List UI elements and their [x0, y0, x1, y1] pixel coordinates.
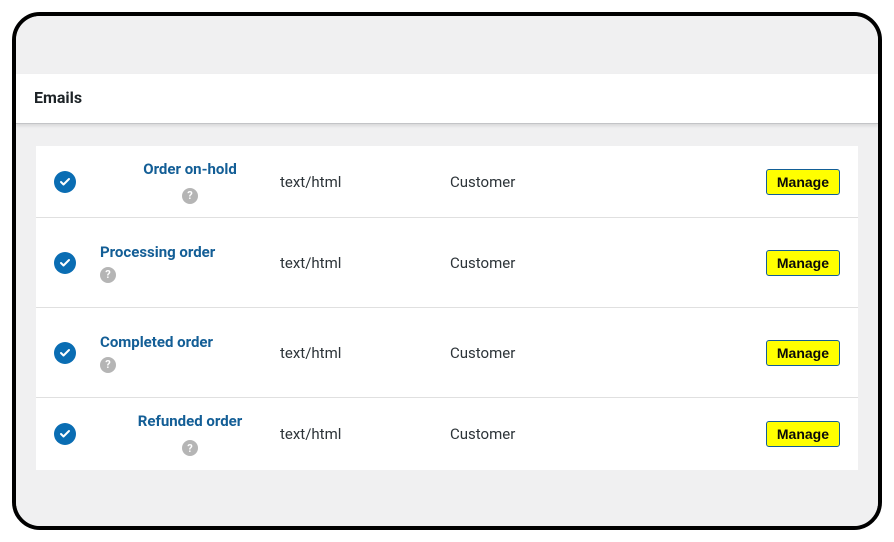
status-col	[54, 423, 100, 445]
recipient: Customer	[450, 173, 750, 191]
table-row: Refunded order ? text/html Customer Mana…	[36, 398, 858, 470]
check-icon	[54, 252, 76, 274]
recipient: Customer	[450, 344, 750, 362]
help-icon[interactable]: ?	[182, 188, 198, 204]
content-type: text/html	[280, 344, 450, 362]
email-settings-table: Order on-hold ? text/html Customer Manag…	[16, 146, 878, 470]
content-type: text/html	[280, 425, 450, 443]
content-type: text/html	[280, 173, 450, 191]
table-row: Completed order ? text/html Customer Man…	[36, 308, 858, 398]
manage-col: Manage	[750, 421, 840, 447]
check-icon	[54, 171, 76, 193]
manage-col: Manage	[750, 340, 840, 366]
status-col	[54, 171, 100, 193]
email-name-link[interactable]: Completed order	[100, 333, 280, 351]
name-col: Refunded order ?	[100, 412, 280, 456]
name-col: Completed order ?	[100, 333, 280, 373]
content-type: text/html	[280, 254, 450, 272]
manage-button[interactable]: Manage	[766, 250, 840, 276]
help-icon[interactable]: ?	[182, 440, 198, 456]
table-row: Order on-hold ? text/html Customer Manag…	[36, 146, 858, 218]
email-name-link[interactable]: Order on-hold	[143, 160, 237, 178]
email-name-link[interactable]: Processing order	[100, 243, 280, 261]
help-icon[interactable]: ?	[100, 267, 116, 283]
device-frame: Emails Order on-hold ? text/html Custome…	[12, 12, 882, 530]
manage-button[interactable]: Manage	[766, 340, 840, 366]
check-icon	[54, 342, 76, 364]
check-icon	[54, 423, 76, 445]
status-col	[54, 342, 100, 364]
name-col: Order on-hold ?	[100, 160, 280, 204]
manage-button[interactable]: Manage	[766, 169, 840, 195]
table-row: Processing order ? text/html Customer Ma…	[36, 218, 858, 308]
help-icon[interactable]: ?	[100, 357, 116, 373]
screen-content: Emails Order on-hold ? text/html Custome…	[16, 16, 878, 526]
section-title: Emails	[16, 74, 878, 124]
manage-col: Manage	[750, 250, 840, 276]
name-col: Processing order ?	[100, 243, 280, 283]
manage-col: Manage	[750, 169, 840, 195]
manage-button[interactable]: Manage	[766, 421, 840, 447]
status-col	[54, 252, 100, 274]
recipient: Customer	[450, 425, 750, 443]
email-name-link[interactable]: Refunded order	[138, 412, 242, 430]
recipient: Customer	[450, 254, 750, 272]
